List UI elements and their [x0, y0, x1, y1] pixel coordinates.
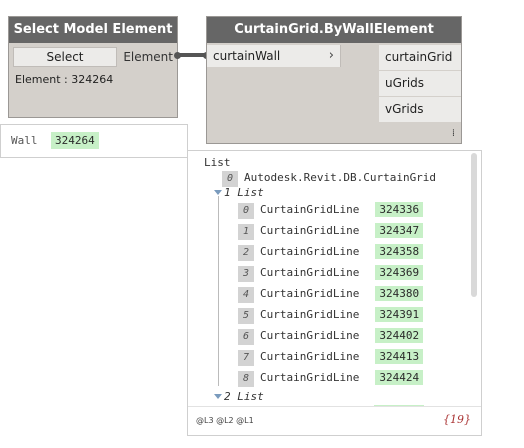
list-index: 8: [238, 371, 254, 387]
list-index: 4: [238, 287, 254, 303]
list-item-id: 324358: [375, 244, 424, 259]
element-preview-bubble[interactable]: Wall 324264: [0, 124, 188, 158]
output-ports: curtainGrid uGrids vGrids: [379, 45, 461, 123]
list-item-id: 324402: [375, 328, 424, 343]
output-port-vgrids[interactable]: vGrids: [379, 97, 461, 123]
list-root-label: List: [204, 156, 231, 169]
list-item: 5 CurtainGridLine 324391: [238, 307, 424, 324]
list-levels[interactable]: @L3 @L2 @L1: [196, 416, 254, 425]
preview-element-id: 324264: [51, 132, 99, 149]
output-preview-bubble[interactable]: List 0 Autodesk.Revit.DB.CurtainGrid 1 Li…: [187, 150, 482, 436]
list-item-id: 324369: [375, 265, 424, 280]
list-item-type: CurtainGridLine: [260, 350, 360, 363]
list-item-type: CurtainGridLine: [260, 371, 360, 384]
list-item: 4 CurtainGridLine 324380: [238, 286, 424, 303]
list-item-type: CurtainGridLine: [260, 224, 360, 237]
curtaingrid-bywallelement-node[interactable]: CurtainGrid.ByWallElement curtainWall › …: [206, 16, 462, 144]
lacing-icon[interactable]: ⁞: [452, 128, 455, 139]
list-item: 7 CurtainGridLine 324413: [238, 349, 424, 366]
list-item: 0 Autodesk.Revit.DB.CurtainGrid: [222, 170, 437, 187]
list-index: 2: [238, 245, 254, 261]
sublist-label: 2 List: [224, 390, 264, 403]
list-item: 8 CurtainGridLine 324424: [238, 370, 424, 387]
node-title[interactable]: CurtainGrid.ByWallElement: [207, 17, 461, 43]
select-model-element-node[interactable]: Select Model Element Select Element Elem…: [8, 16, 178, 118]
list-index: 6: [238, 329, 254, 345]
list-item-id: 324380: [375, 286, 424, 301]
list-item-id: 324336: [375, 202, 424, 217]
sublist-header[interactable]: 1 List: [214, 185, 264, 201]
collapse-triangle-icon[interactable]: [214, 190, 222, 195]
node-title[interactable]: Select Model Element: [9, 17, 177, 43]
output-port-curtaingrid[interactable]: curtainGrid: [379, 45, 461, 71]
list-item: 3 CurtainGridLine 324369: [238, 265, 424, 282]
list-item: 6 CurtainGridLine 324402: [238, 328, 424, 345]
list-index: 7: [238, 350, 254, 366]
scrollbar[interactable]: [471, 153, 477, 297]
list-index: 1: [238, 224, 254, 240]
select-button[interactable]: Select: [13, 47, 117, 67]
list-item-id: 324391: [375, 307, 424, 322]
list-item-id: 324424: [375, 370, 424, 385]
list-item: 1 CurtainGridLine 324347: [238, 223, 424, 240]
list-index: 5: [238, 308, 254, 324]
list-item-id: 324413: [375, 349, 424, 364]
list-item-type: CurtainGridLine: [260, 287, 360, 300]
preview-list-tree[interactable]: List 0 Autodesk.Revit.DB.CurtainGrid 1 Li…: [188, 151, 481, 407]
list-item-type: CurtainGridLine: [260, 308, 360, 321]
list-item-type: CurtainGridLine: [260, 266, 360, 279]
list-item: 2 CurtainGridLine 324358: [238, 244, 424, 261]
list-item-id: 324347: [375, 223, 424, 238]
sublist-header[interactable]: 2 List: [214, 389, 264, 405]
input-port-label: curtainWall: [213, 49, 281, 63]
list-item-type: CurtainGridLine: [260, 245, 360, 258]
item-count: {19}: [443, 413, 471, 426]
input-port-curtainwall[interactable]: curtainWall ›: [207, 45, 341, 67]
tree-guide-line: [218, 196, 219, 386]
chevron-right-icon: ›: [328, 48, 334, 63]
preview-type-label: Wall: [11, 134, 38, 147]
list-item-type: CurtainGridLine: [260, 329, 360, 342]
collapse-triangle-icon[interactable]: [214, 394, 222, 399]
list-index: 3: [238, 266, 254, 282]
sublist-label: 1 List: [224, 186, 264, 199]
preview-footer: @L3 @L2 @L1 {19}: [188, 406, 481, 435]
list-item-value: Autodesk.Revit.DB.CurtainGrid: [244, 171, 437, 184]
list-item-type: CurtainGridLine: [260, 203, 360, 216]
output-port-element[interactable]: Element: [123, 47, 173, 67]
list-index: 0: [238, 203, 254, 219]
list-item: 0 CurtainGridLine 324336: [238, 202, 424, 219]
element-readout: Element : 324264: [15, 73, 114, 86]
output-port-ugrids[interactable]: uGrids: [379, 71, 461, 97]
wire-start-dot: [174, 52, 181, 59]
